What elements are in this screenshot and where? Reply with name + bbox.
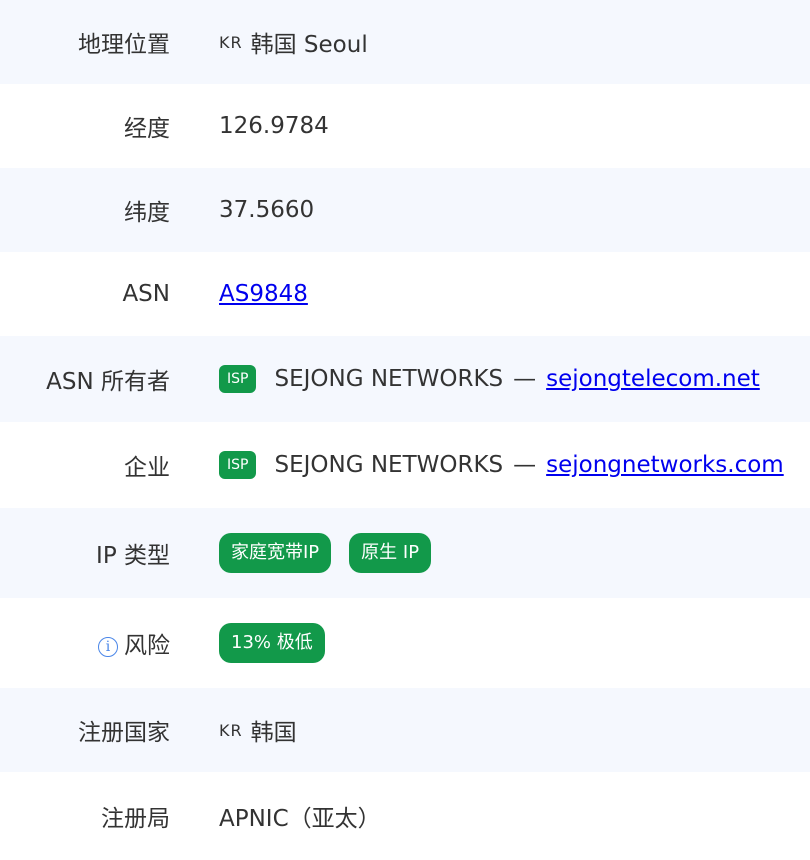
location-text: 韩国 Seoul: [250, 32, 368, 58]
company-name: SEJONG NETWORKS: [274, 452, 504, 478]
value-risk: 13% 极低: [170, 623, 810, 663]
row-company: 企业 ISP SEJONG NETWORKS — sejongnetworks.…: [0, 422, 810, 508]
country-code: KR: [219, 720, 243, 740]
value-company: ISP SEJONG NETWORKS — sejongnetworks.com: [170, 451, 810, 479]
label-company: 企业: [124, 455, 170, 481]
isp-badge: ISP: [219, 365, 257, 393]
ip-info-table: 地理位置 KR 韩国 Seoul 经度 126.9784 纬度 37.5660 …: [0, 0, 810, 860]
label-asn-owner: ASN 所有者: [46, 369, 170, 395]
asn-owner-domain-link[interactable]: sejongtelecom.net: [546, 366, 760, 392]
row-ip-type: IP 类型 家庭宽带IP 原生 IP: [0, 508, 810, 598]
row-asn-owner: ASN 所有者 ISP SEJONG NETWORKS — sejongtele…: [0, 336, 810, 422]
label-risk: i 风险: [0, 626, 170, 660]
value-asn: AS9848: [170, 281, 810, 307]
separator: —: [513, 452, 537, 478]
row-asn: ASN AS9848: [0, 252, 810, 336]
value-registered-country: KR 韩国: [170, 713, 810, 747]
label-latitude: 纬度: [124, 200, 170, 226]
label-geolocation: 地理位置: [78, 32, 170, 58]
value-ip-type: 家庭宽带IP 原生 IP: [170, 533, 810, 573]
company-domain-link[interactable]: sejongnetworks.com: [546, 452, 784, 478]
country-code: KR: [219, 32, 243, 52]
label-registered-country: 注册国家: [78, 720, 170, 746]
row-registry: 注册局 APNIC（亚太）: [0, 772, 810, 860]
row-latitude: 纬度 37.5660: [0, 168, 810, 252]
label-registry: 注册局: [101, 806, 170, 832]
value-asn-owner: ISP SEJONG NETWORKS — sejongtelecom.net: [170, 365, 810, 393]
risk-score-tag: 13% 极低: [219, 623, 325, 663]
label-ip-type: IP 类型: [96, 543, 170, 569]
row-registered-country: 注册国家 KR 韩国: [0, 688, 810, 772]
label-asn: ASN: [122, 281, 170, 307]
risk-label-text: 风险: [124, 633, 170, 659]
info-icon[interactable]: i: [98, 636, 118, 657]
ip-type-tag-native: 原生 IP: [349, 533, 432, 573]
asn-owner-name: SEJONG NETWORKS: [274, 366, 504, 392]
value-longitude: 126.9784: [219, 113, 329, 139]
row-longitude: 经度 126.9784: [0, 84, 810, 168]
value-geolocation: KR 韩国 Seoul: [170, 25, 810, 59]
asn-link[interactable]: AS9848: [219, 281, 308, 307]
row-geolocation: 地理位置 KR 韩国 Seoul: [0, 0, 810, 84]
ip-type-tag-residential: 家庭宽带IP: [219, 533, 332, 573]
isp-badge: ISP: [219, 451, 257, 479]
value-registry: APNIC（亚太）: [219, 806, 381, 832]
value-latitude: 37.5660: [219, 197, 315, 223]
row-risk: i 风险 13% 极低: [0, 598, 810, 688]
registered-country-text: 韩国: [250, 720, 297, 746]
separator: —: [513, 366, 537, 392]
label-longitude: 经度: [124, 116, 170, 142]
